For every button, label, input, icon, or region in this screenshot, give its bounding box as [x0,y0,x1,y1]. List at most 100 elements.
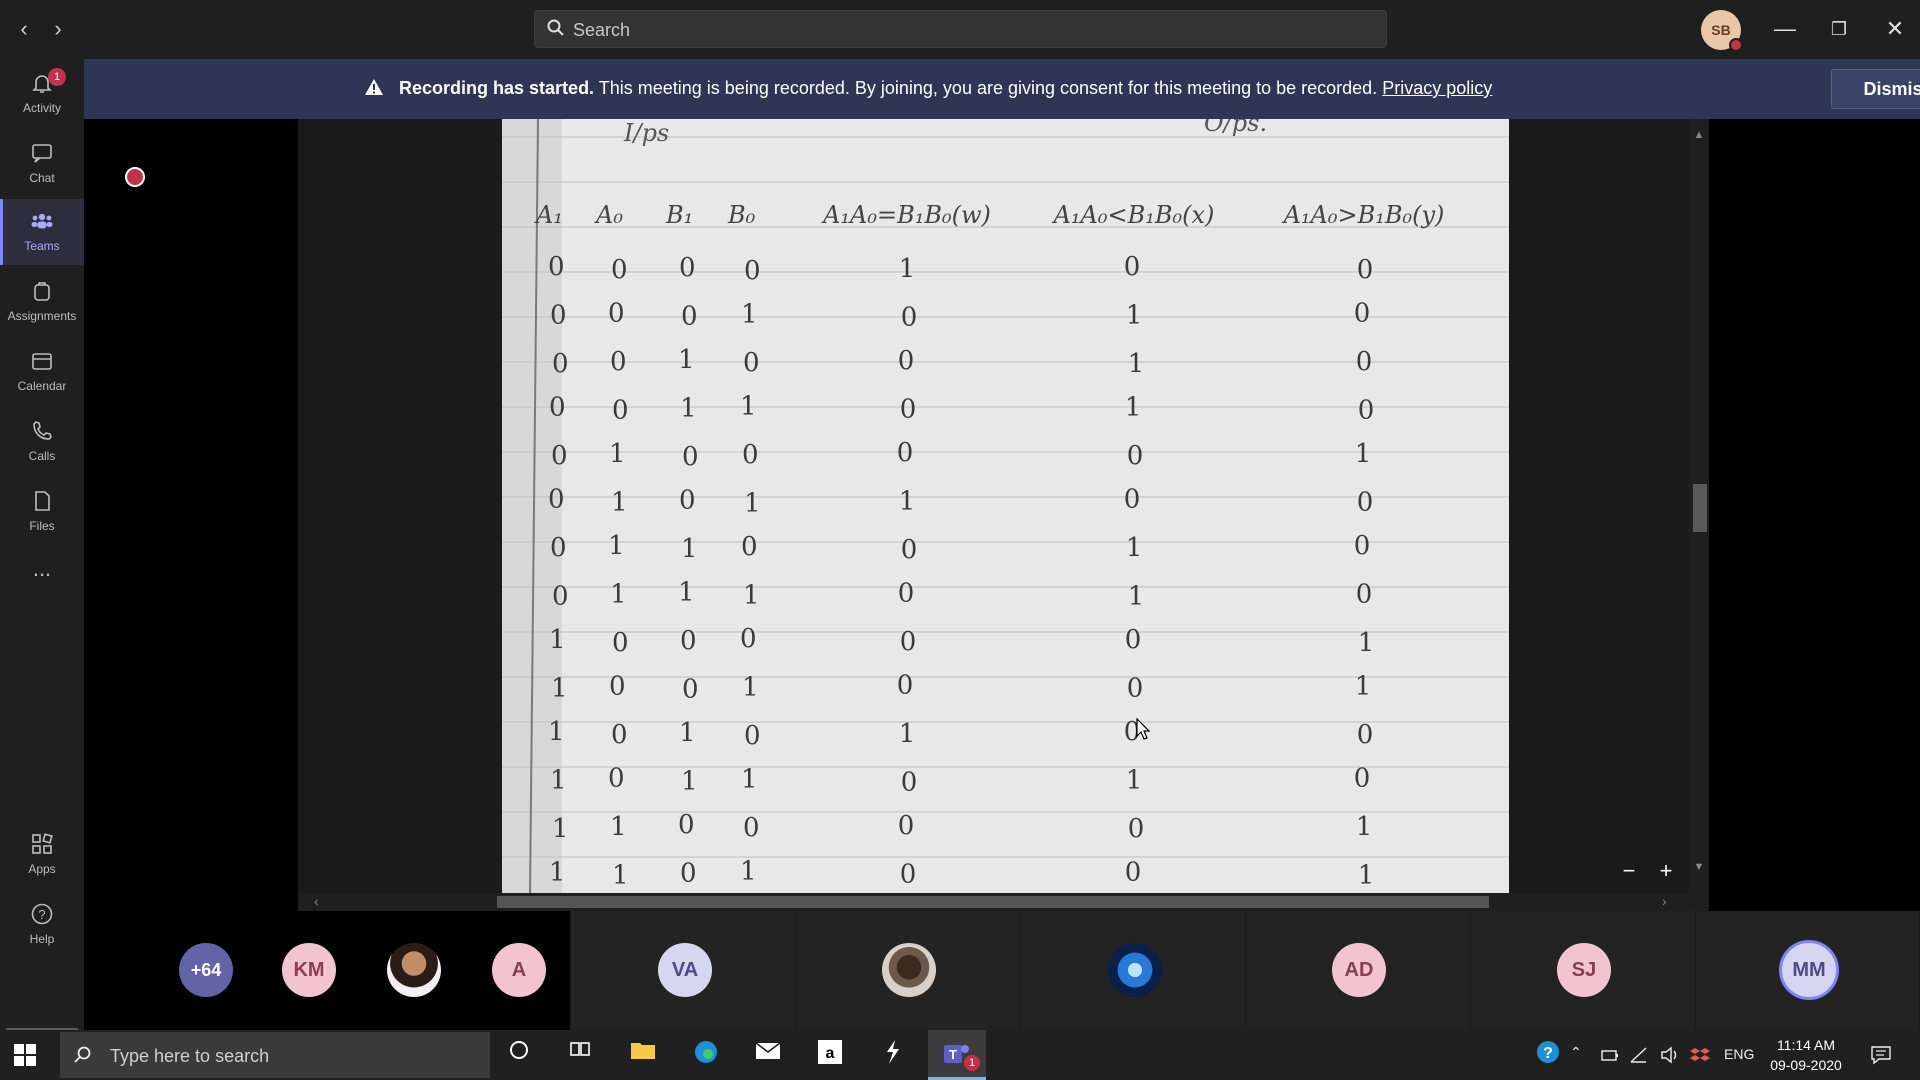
table-cell: 0 [741,532,758,562]
table-cell: 0 [901,768,918,798]
battery-icon[interactable] [1600,1047,1620,1063]
notifications-icon[interactable] [1870,1045,1892,1065]
scroll-down-icon[interactable]: ▼ [1689,861,1709,873]
rail-item-activity[interactable]: 1 Activity [0,61,84,127]
table-cell: 0 [1127,441,1144,471]
banner-text: Recording has started. This meeting is b… [364,78,1492,99]
participant-avatar[interactable] [1108,943,1162,997]
language-indicator[interactable]: ENG [1724,1046,1754,1062]
table-cell: 1 [1126,533,1143,563]
participant-avatar[interactable]: MM [1782,943,1836,997]
scroll-right-icon[interactable]: › [1662,893,1667,909]
table-cell: 0 [1125,858,1142,888]
table-cell: 1 [1126,766,1143,796]
table-cell: 0 [548,252,565,282]
windows-start-icon[interactable] [14,1044,36,1066]
table-cell: 0 [1357,720,1374,750]
apps-icon [32,833,53,854]
table-cell: 0 [897,671,914,701]
table-cell: 0 [550,301,567,331]
table-cell: 0 [608,299,625,329]
dismiss-button[interactable]: Dismiss [1831,69,1920,109]
table-cell: 0 [897,438,914,468]
rail-item-chat[interactable]: Chat [0,131,84,197]
svg-text:a: a [826,1045,835,1062]
table-cell: 0 [680,626,697,656]
table-cell: 0 [742,440,759,470]
zoom-out-button[interactable]: − [1616,858,1642,884]
rail-label: Calls [28,449,56,463]
table-cell: 0 [680,859,697,889]
rail-item-teams[interactable]: Teams [0,199,84,265]
table-cell: 0 [679,253,696,283]
column-header: A₁A₀>B₁B₀(y) [1282,201,1445,229]
task-view-icon[interactable] [564,1039,596,1071]
table-cell: 1 [611,488,628,518]
table-cell: 0 [1128,814,1145,844]
file-explorer-icon[interactable] [627,1039,659,1071]
restore-icon[interactable]: ❐ [1816,12,1862,46]
column-header: B₁ [665,201,693,229]
rail-label: Calendar [17,379,67,393]
forward-arrow-icon[interactable]: › [46,14,70,44]
more-apps-icon[interactable]: ... [0,549,84,615]
heading-inputs: I/ps [623,119,669,147]
participant-avatar[interactable]: SJ [1557,943,1611,997]
zoom-in-button[interactable]: + [1653,858,1679,884]
files-icon [35,491,50,511]
search-input[interactable]: Search [534,10,1387,48]
participant-avatar[interactable]: VA [658,943,712,997]
minimize-icon[interactable]: — [1762,12,1808,46]
horizontal-scroll-thumb[interactable] [497,896,1489,908]
table-cell: 1 [740,392,757,422]
rail-item-files[interactable]: Files [0,479,84,545]
show-hidden-icons-icon[interactable]: ⌃ [1570,1044,1582,1061]
table-cell: 0 [1354,299,1371,329]
participant-avatar[interactable]: AD [1332,943,1386,997]
rail-item-calls[interactable]: Calls [0,409,84,475]
vertical-scrollbar[interactable]: ▲ ▼ [1689,119,1709,911]
table-cell: 1 [1355,439,1372,469]
participant-avatar[interactable] [882,943,936,997]
heading-outputs: O/ps. [1204,119,1267,137]
recording-indicator-icon [125,167,145,187]
more-participants-button[interactable]: +64 [179,943,233,997]
user-avatar[interactable]: SB [1701,10,1743,52]
edge-browser-icon[interactable] [690,1039,722,1071]
table-cell: 1 [1128,349,1145,379]
taskbar-search-input[interactable]: Type here to search [60,1032,490,1078]
horizontal-scrollbar[interactable]: ‹ › [298,893,1689,911]
participant-avatar[interactable] [387,943,441,997]
vertical-scroll-thumb[interactable] [1693,484,1707,532]
rail-item-apps[interactable]: Apps [0,822,84,888]
wifi-icon[interactable] [1630,1046,1648,1064]
rail-item-assignments[interactable]: Assignments [0,269,84,335]
volume-icon[interactable] [1660,1046,1680,1064]
table-cell: 1 [608,531,625,561]
teams-taskbar-button[interactable]: T 1 [928,1030,986,1080]
participant-avatar[interactable]: KM [282,943,336,997]
rail-item-help[interactable]: ? Help [0,892,84,958]
table-cell: 0 [611,255,628,285]
clock-date: 09-09-2020 [1770,1057,1842,1073]
taskbar-clock[interactable]: 11:14 AM 09-09-2020 [1764,1035,1848,1075]
table-cell: 1 [678,345,695,375]
scroll-left-icon[interactable]: ‹ [314,893,319,909]
scroll-up-icon[interactable]: ▲ [1689,129,1709,141]
mail-icon[interactable] [752,1039,784,1071]
amazon-icon[interactable]: a [814,1039,846,1071]
table-cell: 0 [682,442,699,472]
privacy-policy-link[interactable]: Privacy policy [1382,78,1492,98]
close-icon[interactable]: ✕ [1872,12,1918,46]
participant-avatar[interactable]: A [492,943,546,997]
cortana-icon[interactable] [503,1039,535,1071]
table-cell: 0 [898,811,915,841]
rail-item-calendar[interactable]: Calendar [0,339,84,405]
back-arrow-icon[interactable]: ‹ [12,14,36,44]
help-tray-icon[interactable]: ? [1532,1039,1564,1071]
table-cell: 1 [1358,628,1375,658]
table-cell: 0 [743,348,760,378]
table-cell: 1 [1126,301,1143,331]
dropbox-icon[interactable] [1690,1046,1710,1064]
kite-app-icon[interactable] [876,1039,908,1071]
